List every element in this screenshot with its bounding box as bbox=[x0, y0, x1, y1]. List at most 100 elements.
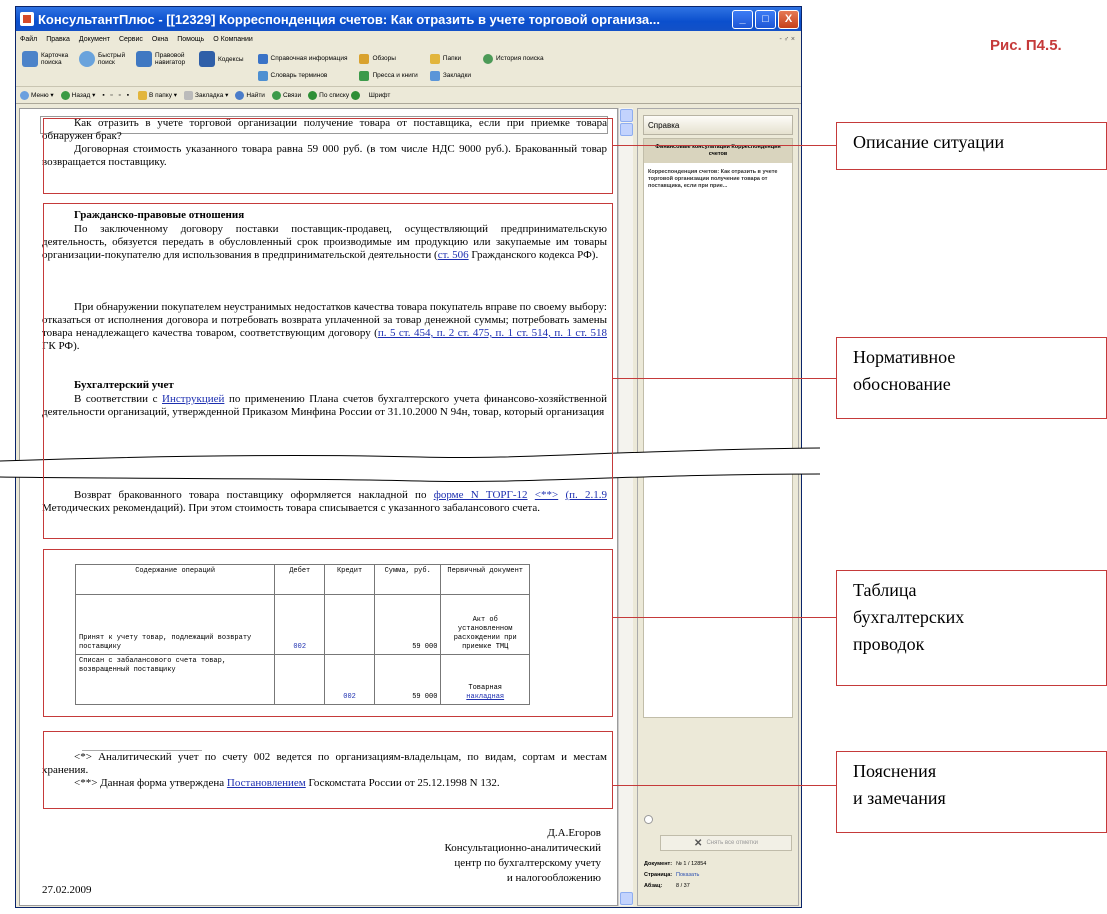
search-card-icon bbox=[22, 51, 38, 67]
font-label: Шрифт bbox=[368, 91, 391, 99]
info-page-link[interactable]: Показать bbox=[676, 872, 699, 878]
author-org-1: Консультационно-аналитический bbox=[444, 842, 601, 854]
vertical-scrollbar[interactable] bbox=[618, 108, 633, 906]
callout-situation-frame bbox=[43, 118, 613, 194]
glossary-button[interactable]: Словарь терминов bbox=[257, 68, 348, 83]
annotation-situation: Описание ситуации bbox=[836, 122, 1107, 170]
menu-button[interactable]: Меню ▾ bbox=[20, 90, 54, 100]
back-button[interactable]: Назад ▾ bbox=[60, 90, 95, 100]
menu-windows[interactable]: Окна bbox=[152, 36, 168, 43]
press-button[interactable]: Пресса и книги bbox=[359, 68, 418, 83]
annotation-table-line-1: Таблица bbox=[853, 580, 917, 600]
links-button[interactable]: Связи bbox=[271, 90, 302, 100]
back-label: Назад bbox=[71, 91, 91, 99]
find-button[interactable]: Найти bbox=[235, 90, 265, 100]
navigator-button[interactable]: Правовой навигатор bbox=[136, 51, 191, 67]
document-date: 27.02.2009 bbox=[42, 884, 92, 896]
reviews-button[interactable]: Обзоры bbox=[359, 51, 417, 66]
scroll-down-button[interactable] bbox=[620, 892, 633, 905]
annotation-normative-line-2: обоснование bbox=[853, 374, 951, 394]
codex-label: Кодексы bbox=[218, 55, 244, 63]
navigator-icon bbox=[136, 51, 152, 67]
to-folder-button[interactable]: В папку ▾ bbox=[138, 90, 177, 100]
help-tab[interactable]: Справка bbox=[643, 115, 793, 135]
by-list-button[interactable]: По списку bbox=[308, 90, 362, 100]
by-list-label: По списку bbox=[319, 91, 350, 99]
bookmarks-label: Закладки bbox=[442, 72, 471, 79]
links-icon bbox=[271, 90, 281, 100]
folder-icon bbox=[138, 90, 147, 100]
menu-service[interactable]: Сервис bbox=[119, 36, 143, 43]
menu-bar: Файл Правка Документ Сервис Окна Помощь … bbox=[16, 31, 801, 47]
leader-notes bbox=[613, 785, 836, 786]
help-text[interactable]: Корреспонденция счетов: Как отразить в у… bbox=[644, 163, 792, 196]
font-button[interactable]: Шрифт bbox=[369, 92, 390, 99]
close-button[interactable]: X bbox=[778, 9, 799, 29]
menu-document[interactable]: Документ bbox=[79, 36, 110, 43]
figure-caption: Рис. П4.5. bbox=[990, 37, 1062, 54]
document-info: Документ: № 1 / 12854 Страница: Показать А… bbox=[644, 859, 706, 892]
callout-table-frame bbox=[43, 549, 613, 717]
annotation-notes: Пояснения и замечания bbox=[836, 751, 1107, 833]
quick-search-icon bbox=[79, 51, 95, 67]
reference-info-button[interactable]: Справочная информация bbox=[257, 51, 347, 66]
glossary-label: Словарь терминов bbox=[270, 72, 328, 79]
folder-icon bbox=[429, 53, 440, 64]
signature-block: Д.А.Егоров Консультационно-аналитический… bbox=[444, 826, 601, 886]
info-para-key: Абзац: bbox=[644, 883, 663, 889]
quick-search-button[interactable]: Быстрый поиск bbox=[79, 51, 128, 67]
codex-icon bbox=[199, 51, 215, 67]
reviews-label: Обзоры bbox=[372, 55, 396, 62]
toolbar-col-1: Справочная информация Словарь терминов bbox=[257, 51, 348, 85]
scroll-up-button[interactable] bbox=[620, 109, 633, 122]
callout-normative-frame bbox=[43, 203, 613, 539]
clear-marks-label: Снять все отметки bbox=[706, 840, 758, 846]
reference-icon bbox=[257, 53, 268, 64]
press-label: Пресса и книги bbox=[372, 72, 418, 79]
bookmark-button[interactable]: Закладка ▾ bbox=[184, 90, 228, 100]
bookmark-icon bbox=[429, 70, 440, 81]
glossary-icon bbox=[257, 70, 268, 81]
panel-toggle-icon[interactable] bbox=[644, 815, 653, 824]
app-icon bbox=[20, 12, 34, 26]
menu-file[interactable]: Файл bbox=[20, 36, 37, 43]
codex-button[interactable]: Кодексы bbox=[199, 51, 244, 67]
author-org-2: центр по бухгалтерскому учету bbox=[454, 857, 601, 869]
title-bar: КонсультантПлюс - [[12329] Корреспонденц… bbox=[16, 7, 801, 31]
main-toolbar: Карточка поиска Быстрый поиск Правовой н… bbox=[16, 47, 801, 87]
bookmarks-button[interactable]: Закладки bbox=[429, 68, 471, 83]
annotation-table: Таблица бухгалтерских проводок bbox=[836, 570, 1107, 686]
reviews-icon bbox=[359, 53, 370, 64]
menu-help[interactable]: Помощь bbox=[177, 36, 204, 43]
next-icon bbox=[350, 90, 360, 100]
minimize-button[interactable]: _ bbox=[732, 9, 753, 29]
toolbar-col-3: Папки Закладки bbox=[429, 51, 471, 85]
close-icon: ✕ bbox=[694, 837, 703, 849]
info-doc-key: Документ: bbox=[644, 861, 673, 867]
annotation-normative: Нормативное обоснование bbox=[836, 337, 1107, 419]
binoculars-icon bbox=[235, 90, 245, 100]
menu-button-label: Меню bbox=[31, 91, 49, 99]
folders-button[interactable]: Папки bbox=[429, 51, 471, 66]
info-doc-value: № 1 / 12854 bbox=[676, 861, 707, 867]
clear-marks-button[interactable]: ✕ Снять все отметки bbox=[660, 835, 792, 851]
menu-edit[interactable]: Правка bbox=[46, 36, 70, 43]
menu-about[interactable]: О Компании bbox=[213, 36, 253, 43]
links-label: Связи bbox=[282, 91, 302, 99]
leader-situation bbox=[613, 145, 836, 146]
search-card-button[interactable]: Карточка поиска bbox=[22, 51, 71, 67]
info-para-value: 8 / 37 bbox=[676, 883, 690, 889]
scroll-thumb[interactable] bbox=[620, 123, 633, 136]
maximize-button[interactable]: □ bbox=[755, 9, 776, 29]
mdi-controls[interactable]: - ♂ × bbox=[779, 36, 795, 43]
annotation-table-line-3: проводок bbox=[853, 634, 925, 654]
help-body: Финансовые консультации Корреспонденция … bbox=[643, 138, 793, 718]
annotation-situation-text: Описание ситуации bbox=[853, 132, 1005, 152]
author-org-3: и налогообложению bbox=[506, 872, 601, 884]
search-history-button[interactable]: История поиска bbox=[482, 51, 544, 66]
find-label: Найти bbox=[246, 91, 265, 99]
bookmark-label: Закладка bbox=[195, 91, 224, 99]
press-icon bbox=[359, 70, 370, 81]
print-buttons[interactable]: ▪ ▫ ▫ ▪ bbox=[102, 92, 131, 99]
document-toolbar: Меню ▾ Назад ▾ ▪ ▫ ▫ ▪ В папку ▾ Закладк… bbox=[16, 87, 801, 104]
